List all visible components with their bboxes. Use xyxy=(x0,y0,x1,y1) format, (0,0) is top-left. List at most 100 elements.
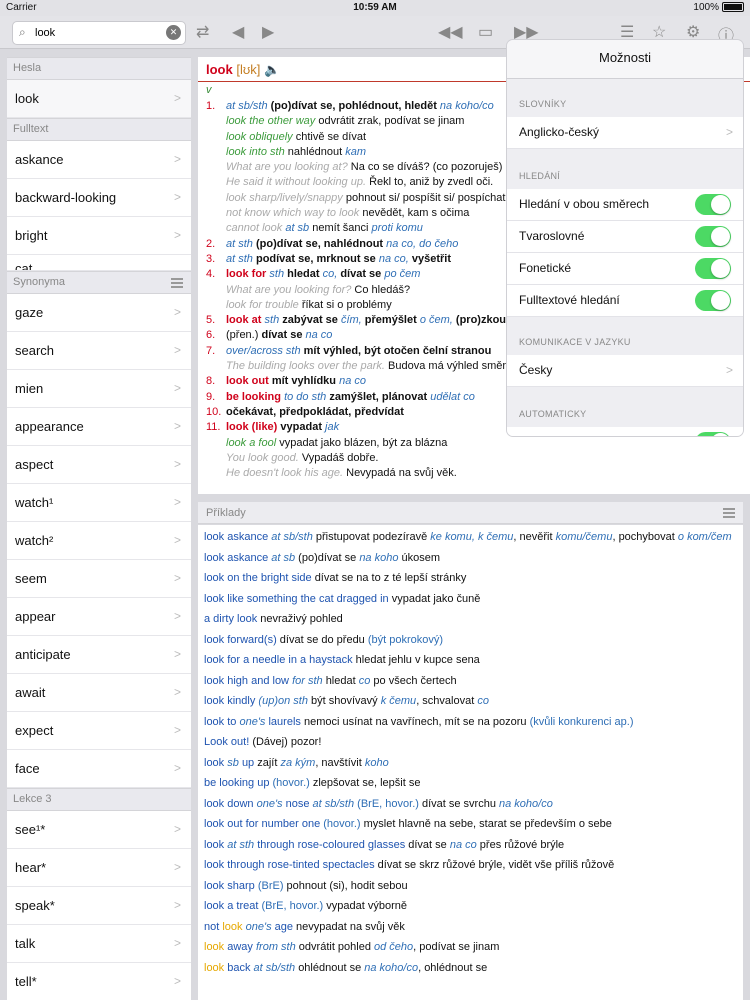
list-item[interactable]: backward-looking > xyxy=(7,179,191,217)
list-item[interactable]: appear > xyxy=(7,598,191,636)
example-item[interactable]: look to one's laurels nemoci usínat na v… xyxy=(198,715,743,731)
example-item[interactable]: look askance at sb (po)dívat se na koho … xyxy=(198,551,743,567)
speaker-icon[interactable]: 🔈 xyxy=(264,62,280,77)
list-item[interactable]: watch¹ > xyxy=(7,484,191,522)
list-item[interactable]: seem > xyxy=(7,560,191,598)
example-text: nemoci usínat na vavřínech, mít se na po… xyxy=(303,715,530,728)
sense-number: 2. xyxy=(206,237,216,250)
example-item[interactable]: look like something the cat dragged in v… xyxy=(198,592,743,608)
example-text: look high and low xyxy=(204,674,293,687)
next-entry-icon[interactable]: ▶▶ xyxy=(514,22,539,42)
list-item[interactable]: bright > xyxy=(7,217,191,255)
example-item[interactable]: look back at sb/sth ohlédnout se na koho… xyxy=(198,961,743,977)
example-item[interactable]: be looking up (hovor.) zlepšovat se, lep… xyxy=(198,776,743,792)
example-text: , navštívit xyxy=(315,756,365,769)
definition-line: cannot look at sb nemít šanci proti komu xyxy=(206,221,526,236)
example-text: (kvůli konkurenci ap.) xyxy=(529,715,634,728)
example-item[interactable]: a dirty look nevraživý pohled xyxy=(198,612,743,628)
example-item[interactable]: look askance at sb/sth přistupovat podez… xyxy=(198,530,743,546)
dictionary-select[interactable]: Anglicko-český > xyxy=(507,117,743,149)
list-item[interactable]: aspect > xyxy=(7,446,191,484)
toggle-row: Fonetické xyxy=(507,253,743,285)
list-item[interactable]: hear* > xyxy=(7,849,191,887)
example-text: (být pokrokový) xyxy=(367,633,444,646)
example-text: not xyxy=(204,920,223,933)
list-item[interactable]: talk > xyxy=(7,925,191,963)
example-item[interactable]: look at sth through rose-coloured glasse… xyxy=(198,838,743,854)
star-icon[interactable]: ☆ xyxy=(652,22,666,42)
list-icon[interactable]: ☰ xyxy=(620,22,634,42)
toggle-switch[interactable] xyxy=(695,290,731,311)
example-item[interactable]: look through rose-tinted spectacles díva… xyxy=(198,858,743,874)
previous-entry-icon[interactable]: ◀◀ xyxy=(438,22,463,42)
gear-icon[interactable]: ⚙ xyxy=(686,22,700,42)
example-item[interactable]: not look one's age nevypadat na svůj věk xyxy=(198,920,743,936)
definition-text: nahlédnout xyxy=(287,145,346,158)
chevron-right-icon: > xyxy=(173,571,181,585)
toggle-switch[interactable] xyxy=(695,258,731,279)
definition-line: 6. (přen.) dívat se na co xyxy=(206,328,526,343)
list-item[interactable]: tell* > xyxy=(7,963,191,1000)
group-header-language: KOMUNIKACE V JAZYKU xyxy=(519,337,631,347)
definition-text: chtivě se dívat xyxy=(295,130,367,143)
list-item[interactable]: expect > xyxy=(7,712,191,750)
example-item[interactable]: look out for number one (hovor.) myslet … xyxy=(198,817,743,833)
list-item-label: anticipate xyxy=(15,647,71,662)
list-item[interactable]: watch² > xyxy=(7,522,191,560)
example-item[interactable]: look for a needle in a haystack hledat j… xyxy=(198,653,743,669)
list-item[interactable]: see¹* > xyxy=(7,811,191,849)
example-item[interactable]: look high and low for sth hledat co po v… xyxy=(198,674,743,690)
search-box: ⌕ ✕ xyxy=(12,21,186,45)
definition-text: zamýšlet, plánovat xyxy=(329,390,431,403)
sense-number: 6. xyxy=(206,329,216,342)
example-text: ohlédnout se xyxy=(298,961,365,974)
menu-icon[interactable] xyxy=(171,278,183,290)
toggle-switch[interactable] xyxy=(695,194,731,215)
example-item[interactable]: look on the bright side dívat se na to z… xyxy=(198,571,743,587)
example-text: zajít xyxy=(257,756,281,769)
list-item[interactable]: gaze > xyxy=(7,294,191,332)
list-item[interactable]: mien > xyxy=(7,370,191,408)
example-item[interactable]: look sharp (BrE) pohnout (si), hodit seb… xyxy=(198,879,743,895)
definition-line: 2. at sth (po)dívat se, nahlédnout na co,… xyxy=(206,237,526,252)
list-item[interactable]: await > xyxy=(7,674,191,712)
list-item[interactable]: look > xyxy=(7,80,191,118)
definition-text: look a fool xyxy=(226,436,280,449)
example-item[interactable]: look a treat (BrE, hovor.) vypadat výbor… xyxy=(198,899,743,915)
list-item[interactable]: anticipate > xyxy=(7,636,191,674)
list-item[interactable]: search > xyxy=(7,332,191,370)
back-arrow-icon[interactable]: ◀ xyxy=(232,22,244,42)
toggle-switch[interactable] xyxy=(695,432,731,436)
toggle-switch[interactable] xyxy=(695,226,731,247)
example-text: přistupovat podezíravě xyxy=(315,531,431,543)
definition-text: be looking xyxy=(226,390,285,403)
battery-icon xyxy=(722,2,744,13)
definition-text: říkat si o problémy xyxy=(301,298,392,311)
example-item[interactable]: look away from sth odvrátit pohled od če… xyxy=(198,940,743,956)
forward-arrow-icon[interactable]: ▶ xyxy=(262,22,274,42)
list-item[interactable]: appearance > xyxy=(7,408,191,446)
menu-icon[interactable] xyxy=(723,508,735,520)
list-item[interactable]: face > xyxy=(7,750,191,788)
chevron-right-icon: > xyxy=(173,419,181,433)
example-item[interactable]: look down one's nose at sb/sth (BrE, hov… xyxy=(198,797,743,813)
list-item[interactable]: askance > xyxy=(7,141,191,179)
search-input[interactable] xyxy=(33,24,157,42)
list-item-label: search xyxy=(15,343,55,358)
example-item[interactable]: look kindly (up)on sth být shovívavý k č… xyxy=(198,694,743,710)
example-text: (up)on sth xyxy=(258,695,312,707)
example-text: co xyxy=(477,695,489,707)
example-item[interactable]: look sb up zajít za kým, navštívit koho xyxy=(198,756,743,772)
book-icon[interactable]: ▭ xyxy=(478,22,493,42)
popover-title: Možnosti xyxy=(507,40,743,79)
sense-number: 7. xyxy=(206,344,216,357)
clear-search-icon[interactable]: ✕ xyxy=(166,25,181,40)
example-text: pohnout (si), hodit sebou xyxy=(286,879,408,892)
example-item[interactable]: Look out! (Dávej) pozor! xyxy=(198,735,743,751)
list-item[interactable]: speak* > xyxy=(7,887,191,925)
list-item[interactable]: cat xyxy=(7,255,191,271)
swap-direction-icon[interactable]: ⇄ xyxy=(196,22,209,42)
example-text: a dirty look xyxy=(204,613,261,625)
example-item[interactable]: look forward(s) dívat se do předu (být p… xyxy=(198,633,743,649)
language-select[interactable]: Česky > xyxy=(507,355,743,387)
